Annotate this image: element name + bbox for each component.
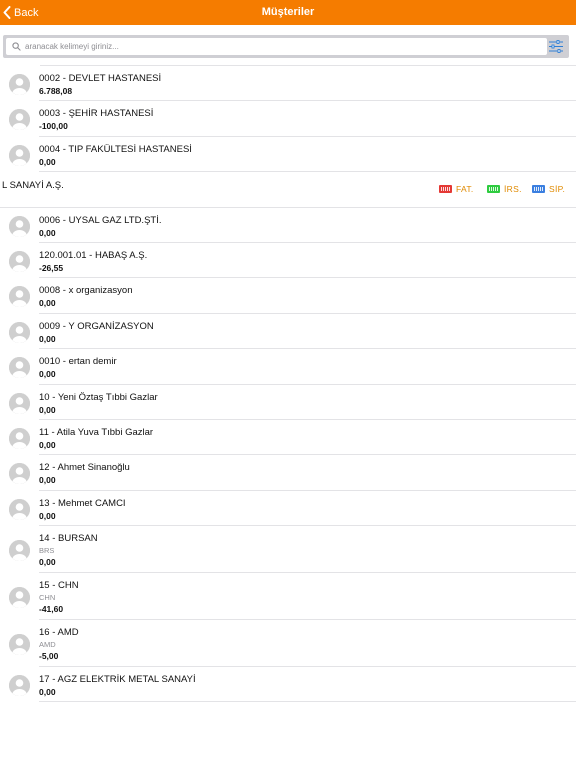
customer-list-item[interactable]: 0004 - TIP FAKÜLTESİ HASTANESİ 0,00 bbox=[0, 137, 576, 173]
customer-list: 0002 - DEVLET HASTANESİ 6.788,08 0003 - ŞE… bbox=[0, 66, 576, 703]
customer-title: 120.001.01 - HABAŞ A.Ş. bbox=[39, 249, 148, 261]
order-icon bbox=[532, 185, 545, 194]
customer-list-item[interactable]: 16 - AMD AMD -5,00 bbox=[0, 620, 576, 668]
customer-title: 13 - Mehmet CAMCI bbox=[39, 497, 126, 509]
avatar-placeholder-icon bbox=[9, 587, 30, 609]
customer-balance: 6.788,08 bbox=[39, 86, 73, 96]
customer-balance: -26,55 bbox=[39, 262, 64, 273]
customer-title: 0010 - ertan demir bbox=[39, 356, 117, 368]
customer-code: CHN bbox=[39, 593, 56, 603]
customer-title: 14 - BURSAN bbox=[39, 533, 98, 545]
avatar-placeholder-icon bbox=[9, 540, 30, 562]
customer-title: 0006 - UYSAL GAZ LTD.ŞTİ. bbox=[39, 214, 162, 226]
customer-list-item[interactable]: 0010 - ertan demir 0,00 bbox=[0, 349, 576, 385]
swipe-action-label: SİP. bbox=[549, 184, 566, 195]
customer-balance: 0,00 bbox=[39, 510, 56, 521]
customer-list-item[interactable]: 120.001.01 - HABAŞ A.Ş. -26,55 bbox=[0, 243, 576, 279]
customer-title: 0002 - DEVLET HASTANESİ bbox=[39, 73, 162, 84]
customer-title: 17 - AGZ ELEKTRİK METAL SANAYİ bbox=[39, 674, 196, 686]
avatar-placeholder-icon bbox=[9, 357, 30, 379]
customer-list-item[interactable]: 0008 - x organizasyon 0,00 bbox=[0, 278, 576, 315]
avatar-placeholder-icon bbox=[9, 427, 30, 449]
search-bar bbox=[3, 35, 569, 58]
avatar-placeholder-icon bbox=[9, 286, 30, 308]
customer-title: 11 - Atila Yuva Tıbbi Gazlar bbox=[39, 426, 154, 438]
customer-list-item[interactable]: 12 - Ahmet Sinanoğlu 0,00 bbox=[0, 455, 576, 492]
search-icon bbox=[12, 42, 21, 51]
sliders-icon bbox=[549, 40, 563, 53]
customer-list-item[interactable]: 11 - Atila Yuva Tıbbi Gazlar 0,00 bbox=[0, 420, 576, 456]
avatar-placeholder-icon bbox=[9, 74, 30, 95]
swipe-action-label: FAT. bbox=[456, 184, 474, 195]
customer-list-item[interactable]: 15 - CHN CHN -41,60 bbox=[0, 573, 576, 621]
avatar-placeholder-icon bbox=[9, 250, 30, 272]
customer-balance: 0,00 bbox=[39, 475, 56, 486]
avatar-placeholder-icon bbox=[9, 392, 30, 414]
customer-balance: 0,00 bbox=[39, 156, 56, 167]
customer-title: 10 - Yeni Öztaş Tıbbi Gazlar bbox=[39, 391, 158, 403]
customer-list-item[interactable]: 0003 - ŞEHİR HASTANESİ -100,00 bbox=[0, 101, 576, 138]
swipe-action-label: İRS. bbox=[504, 184, 522, 195]
invoice-icon bbox=[439, 185, 452, 194]
customer-code: AMD bbox=[39, 640, 56, 650]
avatar-placeholder-icon bbox=[9, 144, 30, 166]
customer-balance: 0,00 bbox=[39, 369, 56, 380]
customer-title: 12 - Ahmet Sinanoğlu bbox=[39, 462, 130, 474]
customer-balance: 0,00 bbox=[39, 404, 56, 415]
customer-balance: 0,00 bbox=[39, 687, 56, 698]
customer-list-item[interactable]: 0002 - DEVLET HASTANESİ 6.788,08 bbox=[0, 66, 576, 102]
avatar-placeholder-icon bbox=[9, 109, 30, 131]
customer-balance: 0,00 bbox=[39, 439, 56, 450]
customer-title: 16 - AMD bbox=[39, 627, 79, 639]
avatar-placeholder-icon bbox=[9, 498, 30, 520]
customer-title: 0004 - TIP FAKÜLTESİ HASTANESİ bbox=[39, 143, 192, 155]
customer-title: L SANAYİ A.Ş. bbox=[2, 180, 64, 192]
customer-balance: 0,00 bbox=[39, 298, 56, 309]
customer-list-item[interactable]: 0006 - UYSAL GAZ LTD.ŞTİ. 0,00 bbox=[0, 208, 576, 244]
waybill-icon bbox=[487, 185, 500, 194]
customer-code: BRS bbox=[39, 546, 55, 556]
customer-balance: 0,00 bbox=[39, 227, 56, 238]
filter-button[interactable] bbox=[548, 39, 564, 54]
customer-list-item[interactable]: 10 - Yeni Öztaş Tıbbi Gazlar 0,00 bbox=[0, 385, 576, 421]
customer-balance: -41,60 bbox=[39, 604, 64, 615]
avatar-placeholder-icon bbox=[9, 675, 30, 697]
customer-balance: -100,00 bbox=[39, 121, 68, 132]
customer-balance: -5,00 bbox=[39, 651, 59, 662]
customer-list-item[interactable]: 14 - BURSAN BRS 0,00 bbox=[0, 526, 576, 574]
customer-list-item[interactable]: 13 - Mehmet CAMCI 0,00 bbox=[0, 491, 576, 527]
avatar-placeholder-icon bbox=[9, 321, 30, 343]
customer-list-item[interactable]: 0009 - Y ORGANİZASYON 0,00 bbox=[0, 314, 576, 350]
customer-title: 15 - CHN bbox=[39, 580, 79, 592]
swipe-action-invoice-button[interactable]: FAT. bbox=[439, 184, 474, 194]
avatar-placeholder-icon bbox=[9, 463, 30, 485]
customer-title: 0003 - ŞEHİR HASTANESİ bbox=[39, 108, 154, 120]
navigation-bar: Back Müşteriler bbox=[0, 0, 576, 25]
customer-balance: 0,00 bbox=[39, 333, 56, 344]
list-item-swiped[interactable]: L SANAYİ A.Ş. FAT. İRS. SİP. bbox=[0, 172, 576, 208]
search-field-container[interactable] bbox=[6, 38, 547, 55]
swipe-action-waybill-button[interactable]: İRS. bbox=[487, 184, 522, 194]
avatar-placeholder-icon bbox=[9, 634, 30, 656]
search-input[interactable] bbox=[25, 39, 540, 54]
customer-balance: 0,00 bbox=[39, 557, 56, 568]
swipe-action-order-button[interactable]: SİP. bbox=[532, 184, 565, 194]
avatar-placeholder-icon bbox=[9, 215, 30, 237]
customer-title: 0009 - Y ORGANİZASYON bbox=[39, 320, 154, 332]
customer-list-item[interactable]: 17 - AGZ ELEKTRİK METAL SANAYİ 0,00 bbox=[0, 667, 576, 703]
customer-title: 0008 - x organizasyon bbox=[39, 285, 133, 297]
page-title: Müşteriler bbox=[261, 6, 315, 18]
